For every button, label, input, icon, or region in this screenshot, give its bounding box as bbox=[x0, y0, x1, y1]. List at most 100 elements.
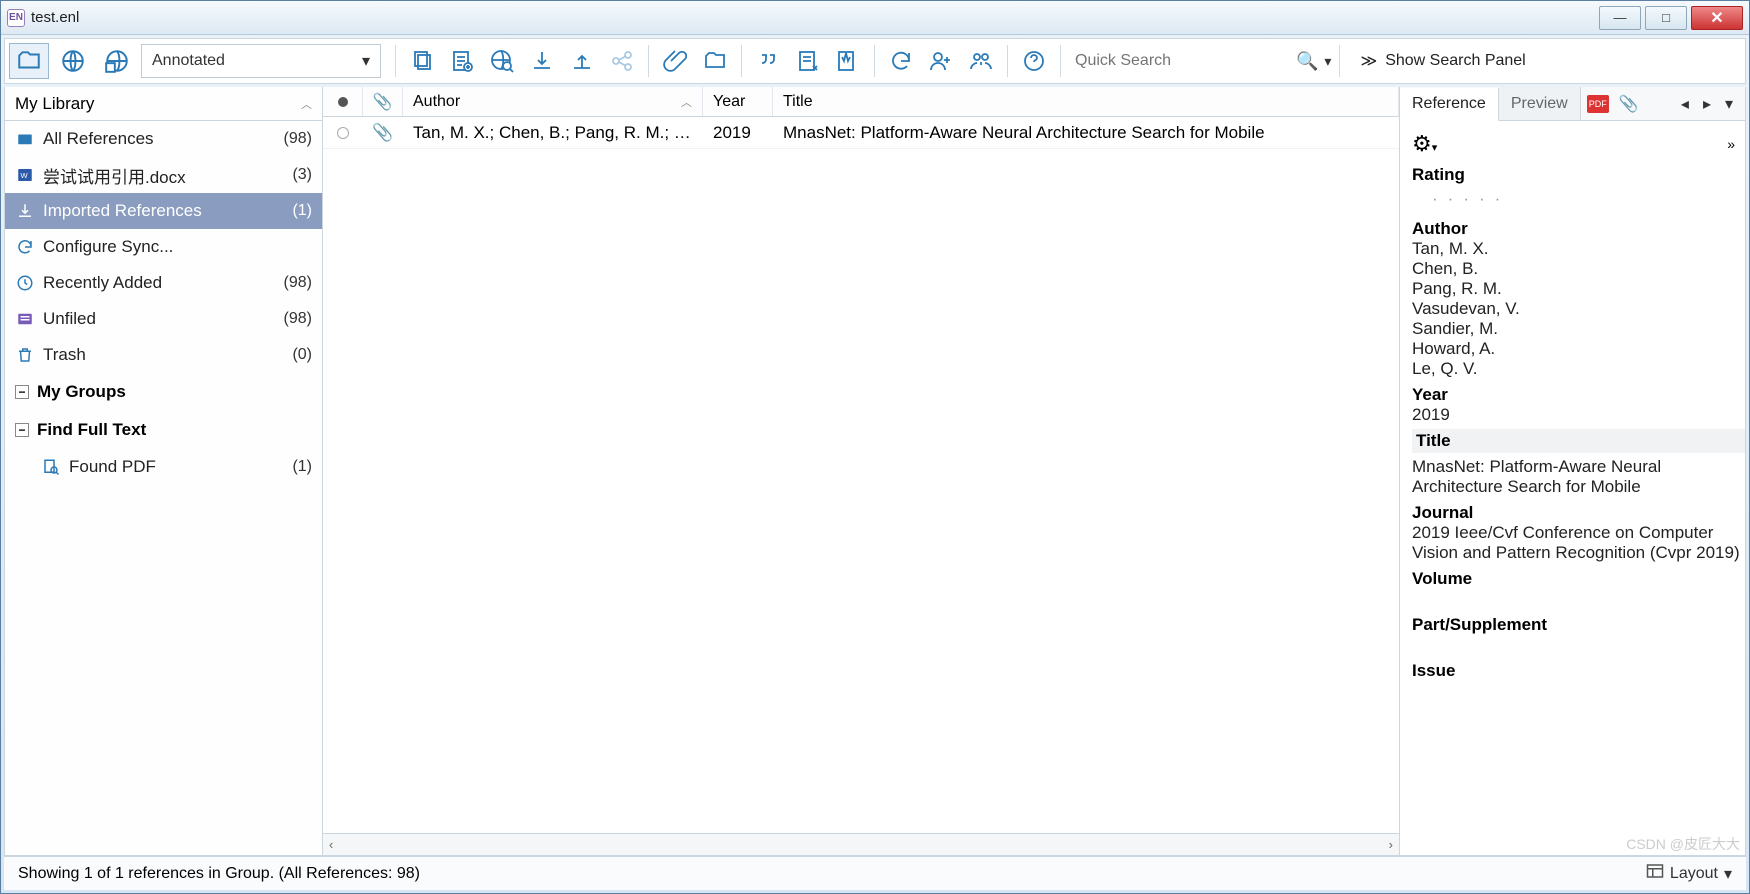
sidebar-item-all-references[interactable]: All References (98) bbox=[5, 121, 322, 157]
title-value[interactable]: MnasNet: Platform-Aware Neural Architect… bbox=[1412, 457, 1741, 497]
author-value[interactable]: Tan, M. X. bbox=[1412, 239, 1741, 259]
paperclip-icon: 📎 bbox=[372, 123, 393, 143]
separator bbox=[1339, 45, 1340, 77]
gear-icon[interactable]: ⚙▾ bbox=[1412, 131, 1437, 157]
scroll-left-icon: ‹ bbox=[329, 837, 333, 852]
sidebar: My Library ︿ All References (98) W 尝试试用引… bbox=[5, 87, 323, 855]
sidebar-item-count: (98) bbox=[284, 310, 312, 328]
column-title[interactable]: Title bbox=[773, 87, 1399, 116]
column-label: Year bbox=[713, 93, 745, 111]
author-value[interactable]: Pang, R. M. bbox=[1412, 279, 1741, 299]
quick-search-input[interactable] bbox=[1069, 45, 1288, 77]
group-my-groups[interactable]: − My Groups bbox=[5, 373, 322, 411]
display-mode-dropdown[interactable]: Annotated ▾ bbox=[141, 44, 381, 78]
layout-button[interactable]: Layout ▾ bbox=[1646, 863, 1732, 884]
export-button[interactable] bbox=[564, 43, 600, 79]
sync-icon bbox=[15, 237, 35, 257]
sidebar-item-recently-added[interactable]: Recently Added (98) bbox=[5, 265, 322, 301]
search-icon[interactable]: 🔍 bbox=[1296, 51, 1318, 72]
author-value[interactable]: Le, Q. V. bbox=[1412, 359, 1741, 379]
sidebar-item-unfiled[interactable]: Unfiled (98) bbox=[5, 301, 322, 337]
format-bib-button[interactable] bbox=[790, 43, 826, 79]
sort-up-icon: ︿ bbox=[681, 94, 692, 110]
sync-button[interactable] bbox=[883, 43, 919, 79]
app-window: EN test.enl — □ ✕ Annotated ▾ bbox=[0, 0, 1750, 894]
pdf-icon[interactable]: PDF bbox=[1587, 95, 1609, 113]
sidebar-item-imported-references[interactable]: Imported References (1) bbox=[5, 193, 322, 229]
volume-label: Volume bbox=[1412, 569, 1741, 589]
cell-title: MnasNet: Platform-Aware Neural Architect… bbox=[773, 123, 1399, 143]
attach-button[interactable] bbox=[657, 43, 693, 79]
prev-reference-button[interactable]: ◂ bbox=[1681, 94, 1689, 114]
column-read-status[interactable] bbox=[323, 87, 363, 116]
caret-up-icon: ︿ bbox=[301, 96, 312, 112]
online-search-button[interactable] bbox=[484, 43, 520, 79]
horizontal-scrollbar[interactable]: ‹› bbox=[323, 833, 1399, 855]
cell-attachment[interactable]: 📎 bbox=[363, 123, 403, 143]
author-value[interactable]: Vasudevan, V. bbox=[1412, 299, 1741, 319]
svg-text:W: W bbox=[21, 171, 29, 180]
cite-while-write-button[interactable] bbox=[830, 43, 866, 79]
journal-value[interactable]: 2019 Ieee/Cvf Conference on Computer Vis… bbox=[1412, 523, 1741, 563]
paperclip-icon[interactable]: 📎 bbox=[1619, 94, 1639, 114]
folder-icon bbox=[15, 129, 35, 149]
open-folder-button[interactable] bbox=[697, 43, 733, 79]
share-button[interactable] bbox=[604, 43, 640, 79]
column-attachment[interactable]: 📎 bbox=[363, 87, 403, 116]
rating-stars[interactable]: ····· bbox=[1412, 185, 1741, 213]
status-text: Showing 1 of 1 references in Group. (All… bbox=[18, 865, 420, 883]
chevron-down-icon: ▾ bbox=[1724, 864, 1732, 884]
next-reference-button[interactable]: ▸ bbox=[1703, 94, 1711, 114]
table-row[interactable]: 📎 Tan, M. X.; Chen, B.; Pang, R. M.; Va.… bbox=[323, 117, 1399, 149]
chevron-down-icon: ▾ bbox=[362, 51, 370, 71]
tab-reference[interactable]: Reference bbox=[1400, 88, 1499, 121]
expand-icon[interactable]: » bbox=[1727, 136, 1735, 152]
show-search-panel-button[interactable]: ≫ Show Search Panel bbox=[1348, 43, 1537, 79]
part-value[interactable] bbox=[1412, 635, 1741, 655]
search-dropdown-icon[interactable]: ▾ bbox=[1324, 53, 1331, 70]
group-find-full-text[interactable]: − Find Full Text bbox=[5, 411, 322, 449]
local-library-button[interactable] bbox=[9, 43, 49, 79]
minimize-button[interactable]: — bbox=[1599, 6, 1641, 30]
library-header[interactable]: My Library ︿ bbox=[5, 87, 322, 121]
column-author[interactable]: Author︿ bbox=[403, 87, 703, 116]
author-value[interactable]: Howard, A. bbox=[1412, 339, 1741, 359]
column-year[interactable]: Year bbox=[703, 87, 773, 116]
author-value[interactable]: Sandier, M. bbox=[1412, 319, 1741, 339]
separator bbox=[648, 45, 649, 77]
sidebar-item-count: (98) bbox=[284, 274, 312, 292]
tab-label: Preview bbox=[1511, 95, 1568, 113]
import-button[interactable] bbox=[524, 43, 560, 79]
clock-icon bbox=[15, 273, 35, 293]
sidebar-item-configure-sync[interactable]: Configure Sync... bbox=[5, 229, 322, 265]
share-library-button[interactable] bbox=[923, 43, 959, 79]
collapse-icon: − bbox=[15, 423, 29, 437]
help-button[interactable] bbox=[1016, 43, 1052, 79]
panel-menu-button[interactable]: ▾ bbox=[1725, 94, 1733, 114]
column-label: Title bbox=[783, 93, 813, 111]
sidebar-item-found-pdf[interactable]: Found PDF (1) bbox=[5, 449, 322, 485]
insert-citation-button[interactable] bbox=[750, 43, 786, 79]
author-value[interactable]: Chen, B. bbox=[1412, 259, 1741, 279]
sidebar-item-count: (98) bbox=[284, 130, 312, 148]
table-header-row: 📎 Author︿ Year Title bbox=[323, 87, 1399, 117]
maximize-button[interactable]: □ bbox=[1645, 6, 1687, 30]
statusbar: Showing 1 of 1 references in Group. (All… bbox=[4, 856, 1746, 890]
cell-read-status[interactable] bbox=[323, 127, 363, 139]
integrated-mode-button[interactable] bbox=[97, 43, 137, 79]
new-reference-button[interactable] bbox=[444, 43, 480, 79]
tab-label: Reference bbox=[1412, 95, 1486, 113]
group-share-button[interactable] bbox=[963, 43, 999, 79]
volume-value[interactable] bbox=[1412, 589, 1741, 609]
sidebar-item-docx[interactable]: W 尝试试用引用.docx (3) bbox=[5, 157, 322, 193]
word-icon: W bbox=[15, 165, 35, 185]
close-button[interactable]: ✕ bbox=[1691, 6, 1743, 30]
import-icon bbox=[15, 201, 35, 221]
year-value[interactable]: 2019 bbox=[1412, 405, 1741, 425]
copy-button[interactable] bbox=[404, 43, 440, 79]
sidebar-item-count: (1) bbox=[292, 458, 312, 476]
tab-preview[interactable]: Preview bbox=[1499, 87, 1581, 120]
online-mode-button[interactable] bbox=[53, 43, 93, 79]
journal-label: Journal bbox=[1412, 503, 1741, 523]
sidebar-item-trash[interactable]: Trash (0) bbox=[5, 337, 322, 373]
